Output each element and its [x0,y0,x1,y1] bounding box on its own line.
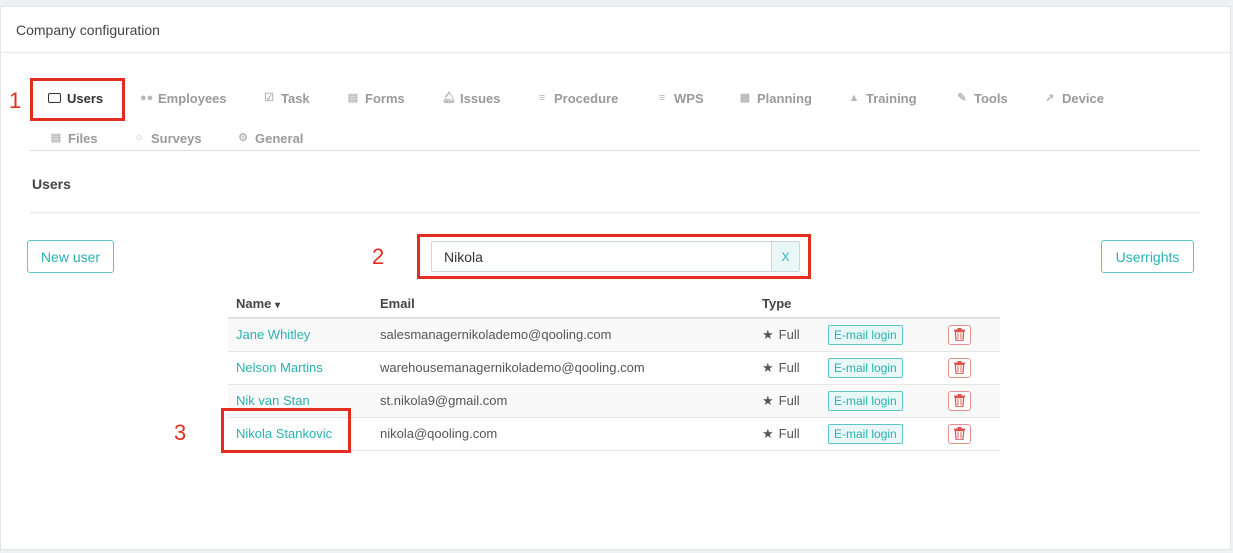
tab-device[interactable]: ➚ Device [1044,83,1104,113]
user-type: ★ Full [754,351,820,385]
delete-user-button[interactable] [948,357,971,378]
user-type: ★ Full [754,417,820,451]
user-email: st.nikola9@gmail.com [372,384,754,418]
trash-icon [954,427,965,440]
column-header-type[interactable]: Type [754,289,820,319]
trash-icon [954,361,965,374]
user-email: warehousemanagernikolademo@qooling.com [372,351,754,385]
list-icon: ≡ [658,92,666,104]
checkbox-icon: ☑ [264,92,274,104]
table-header-row: Name ▾ Email Type [228,289,1000,319]
annotation-box-search [417,234,811,279]
tab-employees[interactable]: ●● Employees [140,83,227,113]
tab-surveys[interactable]: ○ Surveys [133,123,202,153]
user-email: salesmanagernikolademo@qooling.com [372,318,754,352]
star-icon: ★ [762,392,774,408]
new-user-button[interactable]: New user [27,240,114,273]
document-icon: ▤ [347,92,359,104]
table-row: Jane Whitley salesmanagernikolademo@qool… [228,318,1000,352]
tab-issues[interactable]: 🔔︎ Issues [442,83,500,113]
tab-tools[interactable]: ✎ Tools [956,83,1007,113]
user-type: ★ Full [754,384,820,418]
star-icon: ★ [762,359,774,375]
email-login-button[interactable]: E-mail login [828,357,903,378]
list-icon: ≡ [538,92,546,104]
gear-icon: ⚙ [238,132,248,144]
user-name-link[interactable]: Nelson Martins [236,360,323,375]
annotation-box-user-link [221,408,351,453]
userrights-button[interactable]: Userrights [1101,240,1194,273]
rocket-icon: ➚ [1045,92,1055,104]
table-row: Nelson Martins warehousemanagernikoladem… [228,351,1000,385]
annotation-number-1: 1 [9,88,22,113]
bell-icon: 🔔︎ [442,92,456,104]
section-divider [30,212,1200,213]
tab-files[interactable]: ▤ Files [50,123,98,153]
config-tabs: Users ●● Employees ☑ Task ▤ Forms 🔔︎ Issues … [30,75,1200,151]
users-icon: ●● [140,92,154,104]
tab-general[interactable]: ⚙ General [237,123,303,153]
tab-planning[interactable]: ▦ Planning [739,83,812,113]
sort-desc-icon: ▾ [275,299,281,311]
tab-wps[interactable]: ≡ WPS [656,83,704,113]
tab-task[interactable]: ☑ Task [263,83,310,113]
wrench-icon: ✎ [957,92,967,104]
column-header-actions [940,289,1000,319]
tab-training[interactable]: ▲ Training [848,83,917,113]
user-type: ★ Full [754,318,820,352]
annotation-box-users-tab [30,78,125,121]
column-header-login [820,289,940,319]
email-login-button[interactable]: E-mail login [828,423,903,444]
tab-forms[interactable]: ▤ Forms [347,83,405,113]
column-header-name[interactable]: Name ▾ [228,289,372,319]
file-icon: ▤ [50,132,62,144]
panel-title: Company configuration [1,7,1230,53]
section-title: Users [32,176,71,192]
email-login-button[interactable]: E-mail login [828,390,903,411]
delete-user-button[interactable] [948,324,971,345]
delete-user-button[interactable] [948,390,971,411]
user-name-link[interactable]: Nik van Stan [236,393,310,408]
trash-icon [954,328,965,342]
user-email: nikola@qooling.com [372,417,754,451]
email-login-button[interactable]: E-mail login [828,324,903,345]
user-name-link[interactable]: Jane Whitley [236,327,310,342]
chat-bubble-icon: ○ [135,132,143,144]
trash-icon [954,394,965,407]
delete-user-button[interactable] [948,423,971,444]
calendar-icon: ▦ [739,92,751,104]
tab-procedure[interactable]: ≡ Procedure [536,83,619,113]
column-header-email[interactable]: Email [372,289,754,319]
star-icon: ★ [762,326,774,342]
annotation-number-2: 2 [372,244,385,269]
annotation-number-3: 3 [174,420,187,445]
graduation-cap-icon: ▲ [848,92,860,104]
star-icon: ★ [762,425,774,441]
